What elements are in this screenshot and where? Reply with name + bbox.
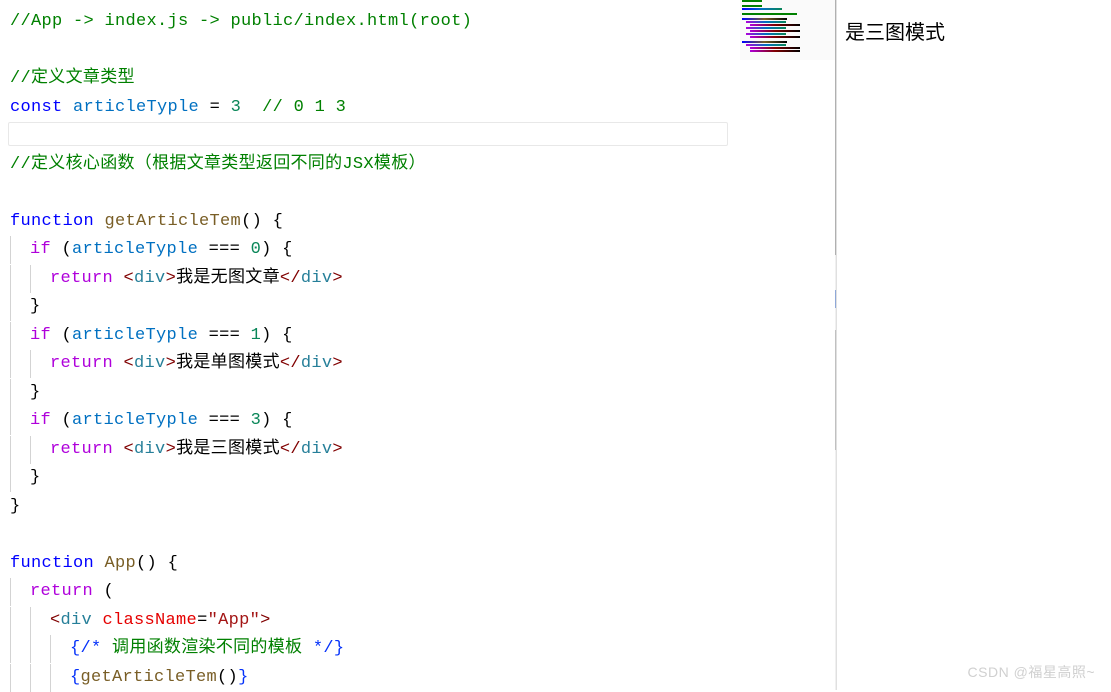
code-line: {getArticleTem()} <box>10 664 825 692</box>
code-line: //定义文章类型 <box>10 65 825 94</box>
preview-panel: 是三图模式 <box>836 0 1111 690</box>
code-editor[interactable]: //App -> index.js -> public/index.html(r… <box>0 0 835 690</box>
preview-text: 是三图模式 <box>845 16 945 45</box>
code-line: } <box>10 464 825 493</box>
code-line: return ( <box>10 578 825 607</box>
code-line: } <box>10 493 825 522</box>
code-line: const articleTyple = 3 // 0 1 3 <box>10 94 825 123</box>
code-line: } <box>10 379 825 408</box>
code-line-blank <box>10 179 825 208</box>
code-line: function getArticleTem() { <box>10 208 825 237</box>
code-line: } <box>10 293 825 322</box>
watermark: CSDN @福星高照~ <box>968 662 1095 682</box>
minimap[interactable] <box>740 0 835 60</box>
code-line: return <div>我是单图模式</div> <box>10 350 825 379</box>
code-line: //App -> index.js -> public/index.html(r… <box>10 8 825 37</box>
code-line: //定义核心函数（根据文章类型返回不同的JSX模板） <box>10 151 825 180</box>
code-line: if (articleTyple === 3) { <box>10 407 825 436</box>
code-line: if (articleTyple === 1) { <box>10 322 825 351</box>
code-line-blank <box>10 37 825 66</box>
code-line: return <div>我是无图文章</div> <box>10 265 825 294</box>
code-line-blank <box>10 122 825 151</box>
code-line: <div className="App"> <box>10 607 825 636</box>
code-line: return <div>我是三图模式</div> <box>10 436 825 465</box>
code-line: function App() { <box>10 550 825 579</box>
code-line-blank <box>10 521 825 550</box>
code-line: {/* 调用函数渲染不同的模板 */} <box>10 635 825 664</box>
code-line: if (articleTyple === 0) { <box>10 236 825 265</box>
